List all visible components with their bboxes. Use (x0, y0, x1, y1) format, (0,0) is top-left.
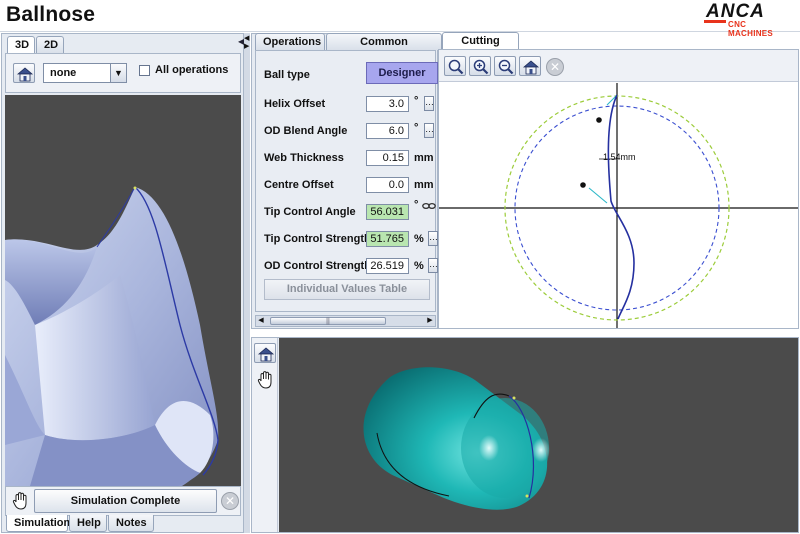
ballnose-tool-render (5, 186, 219, 503)
param-unit: mm (414, 179, 434, 191)
splitter-left-arrow-icon[interactable]: ◀ (244, 35, 249, 43)
od-control-strength-field[interactable]: 26.519 (366, 258, 409, 274)
param-unit: ° (414, 122, 419, 134)
scroll-left-arrow-icon[interactable]: ◀ (256, 316, 266, 326)
hand-pan-icon[interactable] (255, 369, 277, 391)
3d-viewport[interactable] (5, 95, 241, 503)
param-unit: % (414, 233, 424, 245)
zoom-fit-icon (448, 59, 464, 75)
lower-home-button[interactable] (254, 343, 276, 363)
ball-type-select[interactable]: Designer (366, 62, 438, 84)
edge-profile-diagram[interactable]: 1.54mm (439, 83, 798, 328)
tab-help[interactable]: Help (69, 515, 107, 532)
tip-control-angle-field[interactable]: 56.031 (366, 204, 409, 220)
home-icon (16, 67, 34, 82)
param-label: Centre Offset (264, 179, 334, 191)
zoom-in-icon (473, 59, 489, 75)
edge-marker (525, 494, 529, 498)
hand-pan-icon[interactable] (10, 490, 32, 512)
individual-values-table-button[interactable]: Individual Values Table (264, 279, 430, 300)
simulation-status-button[interactable]: Simulation Complete (34, 489, 217, 513)
highlight-left (479, 435, 499, 461)
horizontal-scrollbar[interactable]: ◀ || ▶ (255, 315, 436, 327)
parameter-panel: Operations Common Parameters Ball type D… (251, 33, 442, 329)
centre-offset-field[interactable]: 0.0 (366, 177, 409, 193)
control-point (580, 182, 586, 188)
control-point (596, 117, 602, 123)
lower-3d-viewport[interactable] (279, 338, 798, 532)
param-unit: ° (414, 95, 419, 107)
zoom-out-button[interactable] (494, 56, 516, 76)
tip-control-strength-field[interactable]: 51.765 (366, 231, 409, 247)
edge-home-button[interactable] (519, 56, 541, 76)
param-label: Helix Offset (264, 98, 326, 110)
close-icon[interactable]: ✕ (546, 58, 564, 76)
param-label: OD Blend Angle (264, 125, 348, 137)
ball-type-label: Ball type (264, 69, 310, 81)
od-blend-angle-field[interactable]: 6.0 (366, 123, 409, 139)
param-unit: ° (414, 199, 419, 211)
lower-view-panel (251, 337, 799, 533)
tab-simulation[interactable]: Simulation (6, 515, 70, 532)
param-label: Web Thickness (264, 152, 344, 164)
param-label: OD Control Strength (264, 260, 371, 272)
cancel-icon[interactable]: ✕ (221, 492, 239, 510)
link-chain-icon[interactable] (422, 201, 436, 211)
home-icon (522, 60, 540, 75)
all-operations-label: All operations (155, 64, 229, 76)
chevron-down-icon[interactable]: ▼ (110, 64, 126, 82)
helix-offset-field[interactable]: 3.0 (366, 96, 409, 112)
scroll-right-arrow-icon[interactable]: ▶ (425, 316, 435, 326)
tab-3d[interactable]: 3D (7, 36, 35, 53)
logo-bar (704, 20, 726, 23)
app-title: Ballnose (6, 3, 96, 26)
edge-view-toolbar: ✕ (439, 50, 798, 82)
left-panel: 3D 2D ◀ none ▼ All operations Simulation… (1, 33, 244, 533)
ballnose-end-render (363, 367, 550, 510)
helix-offset-more-button[interactable]: … (424, 96, 434, 111)
param-label: Tip Control Angle (264, 206, 356, 218)
operation-select[interactable]: none ▼ (43, 63, 127, 83)
tab-operations[interactable]: Operations (255, 33, 325, 50)
web-thickness-field[interactable]: 0.15 (366, 150, 409, 166)
od-blend-angle-more-button[interactable]: … (424, 123, 434, 138)
home-icon (257, 347, 275, 362)
title-bar: Ballnose ANCA CNC MACHINES (0, 0, 800, 38)
splitter-right-arrow-icon[interactable]: ▶ (244, 43, 249, 51)
tab-notes[interactable]: Notes (108, 515, 154, 532)
cutting-edge-curve (607, 94, 635, 320)
param-label: Tip Control Strength (264, 233, 371, 245)
tip-control-strength-more-button[interactable]: … (428, 231, 438, 246)
logo-sub-text: CNC MACHINES (728, 20, 774, 38)
highlight-right (532, 438, 550, 462)
home-button[interactable] (13, 63, 35, 83)
anca-logo: ANCA CNC MACHINES (700, 1, 792, 38)
tab-cutting-edge[interactable]: Cutting Edge (442, 32, 519, 63)
parameter-form: Ball type Designer Helix Offset 3.0 ° … … (255, 50, 438, 312)
status-bar: Simulation Complete ✕ (5, 486, 241, 516)
operation-select-value: none (50, 67, 77, 79)
left-toolbar: none ▼ All operations (5, 53, 241, 93)
lower-view-toolbar (252, 338, 278, 532)
splitter[interactable]: ◀ ▶ (244, 33, 250, 533)
zoom-fit-button[interactable] (444, 56, 466, 76)
lower-guide-line (588, 187, 608, 204)
scroll-thumb[interactable]: || (270, 317, 386, 325)
all-operations-checkbox[interactable] (139, 65, 150, 76)
param-unit: % (414, 260, 424, 272)
tab-common-parameters[interactable]: Common Parameters (326, 33, 442, 64)
edge-view-panel: ✕ 1.54mm (438, 49, 799, 329)
tab-2d[interactable]: 2D (36, 36, 64, 53)
param-unit: mm (414, 152, 434, 164)
zoom-out-icon (498, 59, 514, 75)
od-control-strength-more-button[interactable]: … (428, 258, 438, 273)
edge-marker (512, 396, 516, 400)
zoom-in-button[interactable] (469, 56, 491, 76)
